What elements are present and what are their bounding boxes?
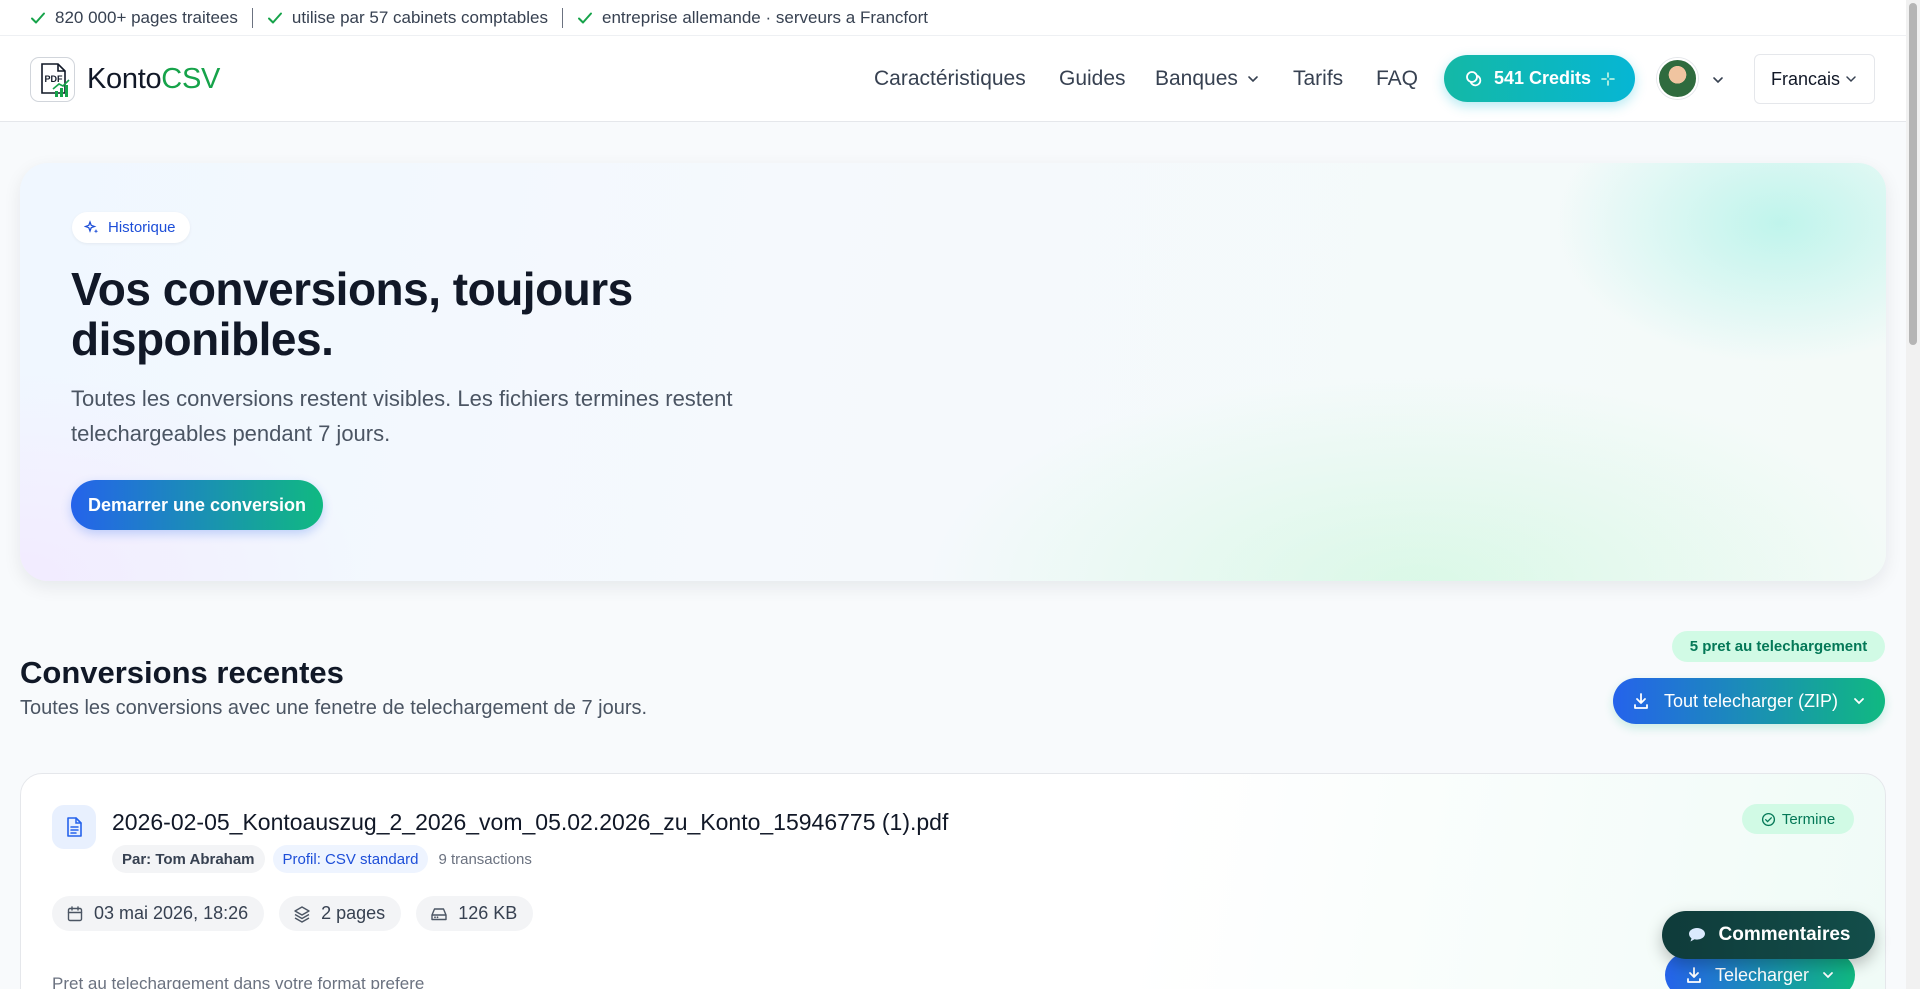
check-circle-icon: [1761, 812, 1775, 826]
history-badge: Historique: [72, 212, 190, 243]
chevron-down-icon[interactable]: [1710, 72, 1726, 88]
conversion-card: 2026-02-05_Kontoauszug_2_2026_vom_05.02.…: [20, 773, 1886, 989]
status-label: Termine: [1781, 810, 1836, 828]
file-name: 2026-02-05_Kontoauszug_2_2026_vom_05.02.…: [112, 809, 949, 835]
trust-text-servers: entreprise allemande · serveurs a Francf…: [602, 7, 928, 27]
divider: [562, 7, 563, 28]
logo-icon-text: PDF: [45, 74, 64, 84]
feedback-label: Commentaires: [1718, 924, 1851, 945]
ready-count-badge: 5 pret au telechargement: [1672, 631, 1885, 662]
sparkles-icon: [84, 219, 99, 233]
nav-features[interactable]: Caractéristiques: [874, 67, 1026, 91]
size-label: 126 KB: [458, 903, 518, 923]
trust-text-pages: 820 000+ pages traitees: [55, 7, 238, 27]
hero-panel: Historique Vos conversions, toujours dis…: [20, 163, 1886, 581]
date-pill: 03 mai 2026, 18:26: [52, 896, 265, 931]
transactions-count: 9 transactions: [438, 850, 532, 868]
ready-note: Pret au telechargement dans votre format…: [52, 974, 425, 989]
divider: [251, 7, 253, 28]
calendar-icon: [67, 905, 83, 921]
download-icon: [1687, 967, 1701, 983]
check-icon: [267, 12, 282, 23]
check-icon: [31, 12, 45, 23]
trust-item-pages: 820 000+ pages traitees: [30, 8, 238, 28]
language-select[interactable]: Francais: [1754, 54, 1875, 104]
hero-subtitle: Toutes les conversions restent visibles.…: [71, 386, 733, 446]
page-title-line1: Vos conversions, toujours: [71, 263, 633, 315]
nav-guides[interactable]: Guides: [1059, 67, 1126, 91]
user-chip: Par: Tom Abraham: [112, 845, 265, 873]
chevron-down-icon: [1846, 76, 1856, 83]
credits-button[interactable]: 541 Credits: [1444, 55, 1635, 102]
trust-item-servers: entreprise allemande · serveurs a Francf…: [577, 8, 928, 28]
pages-label: 2 pages: [321, 903, 386, 923]
download-icon: [1634, 693, 1648, 709]
section-title: Conversions recentes: [20, 655, 344, 690]
check-icon: [578, 12, 592, 23]
logo-text-konto: Konto: [87, 63, 162, 95]
page-title: Vos conversions, toujours disponibles.: [71, 264, 871, 364]
trust-text-firms: utilise par 57 cabinets comptables: [291, 7, 548, 27]
chat-bubble-icon: [1688, 928, 1705, 942]
trust-item-firms: utilise par 57 cabinets comptables: [267, 8, 548, 28]
logo[interactable]: PDF KontoCSV: [30, 57, 220, 102]
trust-bar: 820 000+ pages traitees utilise par 57 c…: [0, 0, 1906, 36]
logo-text: KontoCSV: [87, 63, 220, 96]
coins-icon: [1466, 70, 1482, 86]
hard-drive-icon: [431, 907, 447, 920]
status-badge: Termine: [1742, 804, 1854, 834]
section-subtitle: Toutes les conversions avec une fenetre …: [20, 697, 648, 719]
scrollbar-thumb[interactable]: [1909, 3, 1917, 345]
download-all-zip-button[interactable]: Tout telecharger (ZIP): [1613, 678, 1885, 724]
site-header: PDF KontoCSV Caractéristiques Guides Ban…: [0, 36, 1906, 122]
start-conversion-button[interactable]: Demarrer une conversion: [71, 480, 323, 530]
nav-pricing[interactable]: Tarifs: [1293, 67, 1343, 91]
file-text-icon: [52, 805, 96, 849]
nav-banks-label: Banques: [1155, 67, 1238, 90]
file-details: 03 mai 2026, 18:26 2 pages 126 KB: [52, 896, 534, 931]
file-meta-chips: Par: Tom Abraham Profil: CSV standard 9 …: [112, 845, 542, 873]
chevron-down-icon: [1854, 698, 1864, 705]
pdf-chart-icon: PDF: [30, 57, 75, 102]
logo-text-csv: CSV: [161, 63, 221, 95]
sparkle-icon: [1601, 71, 1615, 86]
credits-label: 541 Credits: [1493, 68, 1592, 88]
download-all-zip-label: Tout telecharger (ZIP): [1663, 690, 1839, 711]
size-pill: 126 KB: [416, 896, 534, 931]
avatar[interactable]: [1657, 58, 1698, 99]
feedback-button[interactable]: Commentaires: [1662, 911, 1875, 959]
download-label: Telecharger: [1714, 964, 1810, 985]
nav-banks[interactable]: Banques: [1155, 67, 1260, 91]
history-badge-label: Historique: [108, 219, 176, 236]
chevron-down-icon: [1248, 76, 1258, 83]
pages-pill: 2 pages: [279, 896, 402, 931]
layers-icon: [294, 905, 310, 923]
profile-chip: Profil: CSV standard: [272, 845, 429, 873]
nav-faq[interactable]: FAQ: [1376, 67, 1418, 91]
date-label: 03 mai 2026, 18:26: [94, 903, 249, 923]
page-title-line2: disponibles.: [71, 313, 334, 365]
chevron-down-icon: [1823, 972, 1833, 979]
language-label: Francais: [1770, 68, 1841, 89]
